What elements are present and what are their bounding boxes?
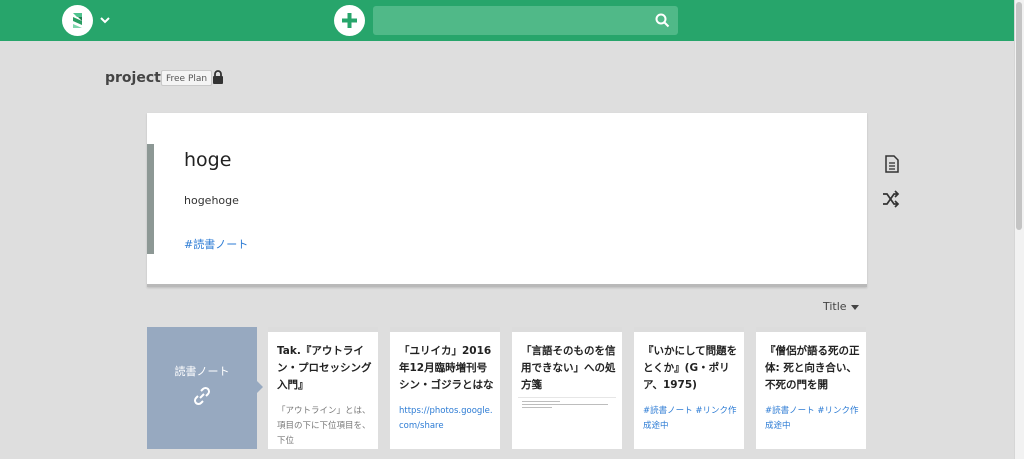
page-title[interactable]: hoge bbox=[184, 149, 231, 171]
sort-dropdown[interactable]: Title bbox=[823, 300, 847, 313]
card-title: 「ユリイカ」2016年12月臨時増刊号 シン・ゴジラとはな bbox=[399, 345, 494, 391]
search-box bbox=[373, 6, 678, 35]
plus-icon bbox=[342, 13, 357, 28]
plan-badge: Free Plan bbox=[161, 70, 213, 86]
add-page-button[interactable] bbox=[334, 5, 365, 36]
caret-down-icon[interactable] bbox=[851, 305, 859, 310]
search-icon[interactable] bbox=[655, 13, 670, 28]
card-thumbnail bbox=[518, 397, 616, 409]
page-tag-link[interactable]: #読書ノート bbox=[184, 236, 248, 252]
app-logo-icon[interactable] bbox=[62, 5, 93, 36]
page-card-item[interactable]: 『いかにして問題をとくか』(G・ポリア、1975) #読書ノート #リンク作成途… bbox=[634, 327, 744, 449]
card-tags[interactable]: #読書ノート #リンク作成途中 bbox=[765, 404, 861, 434]
scrollbar-thumb[interactable] bbox=[1016, 2, 1022, 230]
page-card: hoge hogehoge #読書ノート bbox=[147, 113, 867, 287]
card-link[interactable]: https://photos.google.com/share bbox=[399, 404, 497, 434]
card-title: 『いかにして問題をとくか』(G・ポリア、1975) bbox=[643, 345, 738, 391]
link-icon bbox=[193, 386, 211, 406]
page-body-text[interactable]: hogehoge bbox=[184, 194, 239, 207]
page-card-item[interactable]: 「言語そのものを信用できない」への処方箋 bbox=[512, 327, 622, 449]
chevron-down-icon[interactable] bbox=[99, 14, 111, 26]
tag-tile-pointer bbox=[257, 381, 263, 393]
tag-tile-label: 読書ノート bbox=[174, 365, 230, 378]
card-title: Tak.『アウトライン・プロセッシング入門』 bbox=[277, 345, 372, 391]
shuffle-icon[interactable] bbox=[882, 190, 900, 208]
page-card-item[interactable]: 「ユリイカ」2016年12月臨時増刊号 シン・ゴジラとはな https://ph… bbox=[390, 327, 500, 449]
page-card-item[interactable]: Tak.『アウトライン・プロセッシング入門』 「アウトライン」とは、項目の下に下… bbox=[268, 327, 378, 449]
card-title: 『僧侶が語る死の正体: 死と向き合い、不死の門を開 bbox=[765, 345, 860, 391]
page-card-item[interactable]: 『僧侶が語る死の正体: 死と向き合い、不死の門を開 #読書ノート #リンク作成途… bbox=[756, 327, 866, 449]
card-tags[interactable]: #読書ノート #リンク作成途中 bbox=[643, 404, 739, 434]
page-stripe bbox=[147, 144, 154, 254]
project-name[interactable]: project bbox=[105, 70, 161, 86]
document-icon[interactable] bbox=[883, 155, 901, 173]
tag-tile[interactable]: 読書ノート bbox=[147, 327, 263, 449]
top-navigation-bar bbox=[0, 0, 1024, 41]
card-description: 「アウトライン」とは、項目の下に下位項目を、下位 bbox=[277, 406, 371, 446]
lock-icon bbox=[213, 70, 223, 84]
card-title: 「言語そのものを信用できない」への処方箋 bbox=[521, 345, 616, 391]
search-input[interactable] bbox=[373, 6, 643, 35]
